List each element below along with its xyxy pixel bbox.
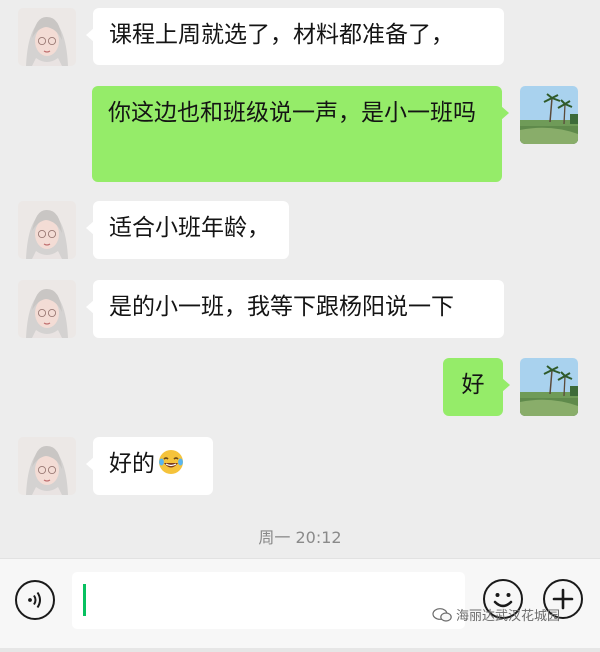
anime-girl-avatar-icon [18, 437, 76, 495]
voice-icon [28, 591, 41, 609]
message-bubble-incoming[interactable]: 适合小班年龄， [86, 201, 289, 259]
message-text: 是的小一班，我等下跟杨阳说一下 [109, 294, 454, 320]
message-bubble-outgoing[interactable]: 好 [443, 358, 510, 416]
bottom-strip [0, 648, 600, 652]
message-bubble-outgoing[interactable]: 你这边也和班级说一声，是小一班吗 [92, 86, 509, 182]
palm-beach-avatar-icon [520, 358, 578, 416]
contact-avatar[interactable] [18, 280, 76, 338]
message-text: 你这边也和班级说一声，是小一班吗 [108, 100, 476, 126]
chat-input-bar: 海丽达武汉花城园 [0, 558, 600, 652]
message-text: 好的 [109, 451, 155, 477]
message-text: 好 [461, 372, 485, 398]
contact-avatar[interactable] [18, 8, 76, 66]
laughing-tears-emoji-icon [159, 450, 183, 474]
anime-girl-avatar-icon [18, 280, 76, 338]
message-text: 课程上周就选了，材料都准备了， [109, 22, 454, 48]
self-avatar[interactable] [520, 86, 578, 144]
anime-girl-avatar-icon [18, 201, 76, 259]
message-text: 适合小班年龄， [109, 215, 270, 241]
watermark-text: 海丽达武汉花城园 [456, 609, 561, 624]
message-bubble-incoming[interactable]: 是的小一班，我等下跟杨阳说一下 [86, 280, 504, 338]
contact-avatar[interactable] [18, 201, 76, 259]
watermark: 海丽达武汉花城园 [432, 605, 560, 624]
contact-avatar[interactable] [18, 437, 76, 495]
message-timestamp: 周一 20:12 [258, 528, 342, 547]
wechat-icon [432, 607, 452, 622]
text-caret [83, 584, 86, 616]
voice-button[interactable] [15, 580, 55, 620]
self-avatar[interactable] [520, 358, 578, 416]
message-input[interactable] [72, 572, 465, 629]
message-bubble-incoming[interactable]: 好的 [86, 437, 213, 495]
message-bubble-incoming[interactable]: 课程上周就选了，材料都准备了， [86, 8, 504, 65]
anime-girl-avatar-icon [18, 8, 76, 66]
palm-beach-avatar-icon [520, 86, 578, 144]
chat-area: 课程上周就选了，材料都准备了， 你这边也和班级说一声，是小一班吗 适合小班年龄，… [0, 0, 600, 558]
